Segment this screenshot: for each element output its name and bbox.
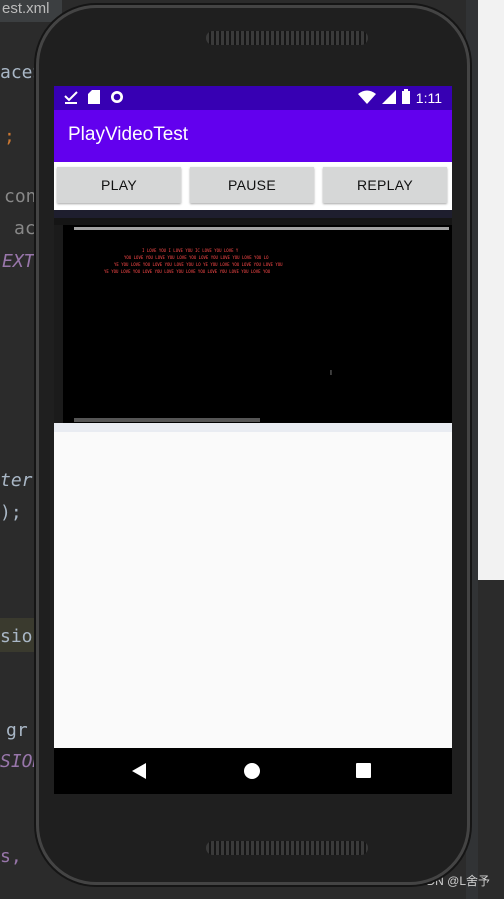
signal-icon [381, 89, 396, 107]
code-fragment: ; [4, 126, 15, 147]
video-console-line: YE YOU LOVE YOU LOVE YOU LOVE YOU LO YE … [114, 262, 283, 267]
video-console-line: YE YOU LOVE YOU LOVE YOU LOVE YOU LOVE Y… [104, 269, 271, 274]
home-icon[interactable] [244, 763, 260, 779]
video-window-taskbar [54, 423, 452, 432]
code-fragment: EXT [2, 251, 35, 272]
replay-button[interactable]: REPLAY [323, 167, 447, 203]
download-done-icon [64, 90, 78, 107]
status-clock: 1:11 [415, 90, 442, 106]
video-window-sidebar [54, 225, 63, 425]
app-bar: PlayVideoTest [54, 110, 452, 162]
status-bar: 1:11 [54, 86, 452, 110]
code-fragment: ); [0, 502, 22, 523]
content-area [54, 432, 452, 748]
navigation-bar [54, 748, 452, 794]
text-cursor-icon: I [330, 370, 332, 377]
status-icons-right: 1:11 [357, 89, 442, 107]
video-view[interactable]: I LOVE YOU I LOVE YOU IC LOVE YOU LOVE Y… [54, 210, 452, 432]
status-icons-left [64, 90, 124, 107]
app-title: PlayVideoTest [68, 124, 189, 145]
editor-tab[interactable]: est.xml [0, 0, 62, 22]
pause-button[interactable]: PAUSE [190, 167, 314, 203]
video-window-scrollbar [74, 418, 260, 422]
video-console-line: I LOVE YOU I LOVE YOU IC LOVE YOU LOVE Y [142, 248, 239, 253]
top-speaker [206, 31, 368, 45]
bottom-speaker [206, 841, 368, 855]
video-window-titlebar [54, 210, 452, 218]
record-icon [110, 90, 124, 107]
button-row: PLAY PAUSE REPLAY [54, 162, 452, 210]
battery-icon [401, 89, 410, 107]
video-window-tabbar [54, 218, 452, 225]
wifi-icon [357, 90, 376, 107]
sd-card-icon [88, 90, 100, 107]
video-command-line [74, 227, 449, 230]
video-console-line: YOU LOVE YOU LOVE YOU LOVE YOU LOVE YOU … [124, 255, 269, 260]
play-button[interactable]: PLAY [57, 167, 181, 203]
ide-side-panel [478, 0, 504, 580]
code-fragment: ter [0, 470, 33, 491]
code-fragment: s, [0, 846, 22, 867]
device-screen: 1:11 PlayVideoTest PLAY PAUSE REPLAY I L… [54, 86, 452, 794]
code-fragment: con [4, 186, 37, 207]
back-icon[interactable] [132, 763, 146, 779]
recents-icon[interactable] [356, 763, 371, 778]
code-fragment: gr [6, 720, 28, 741]
